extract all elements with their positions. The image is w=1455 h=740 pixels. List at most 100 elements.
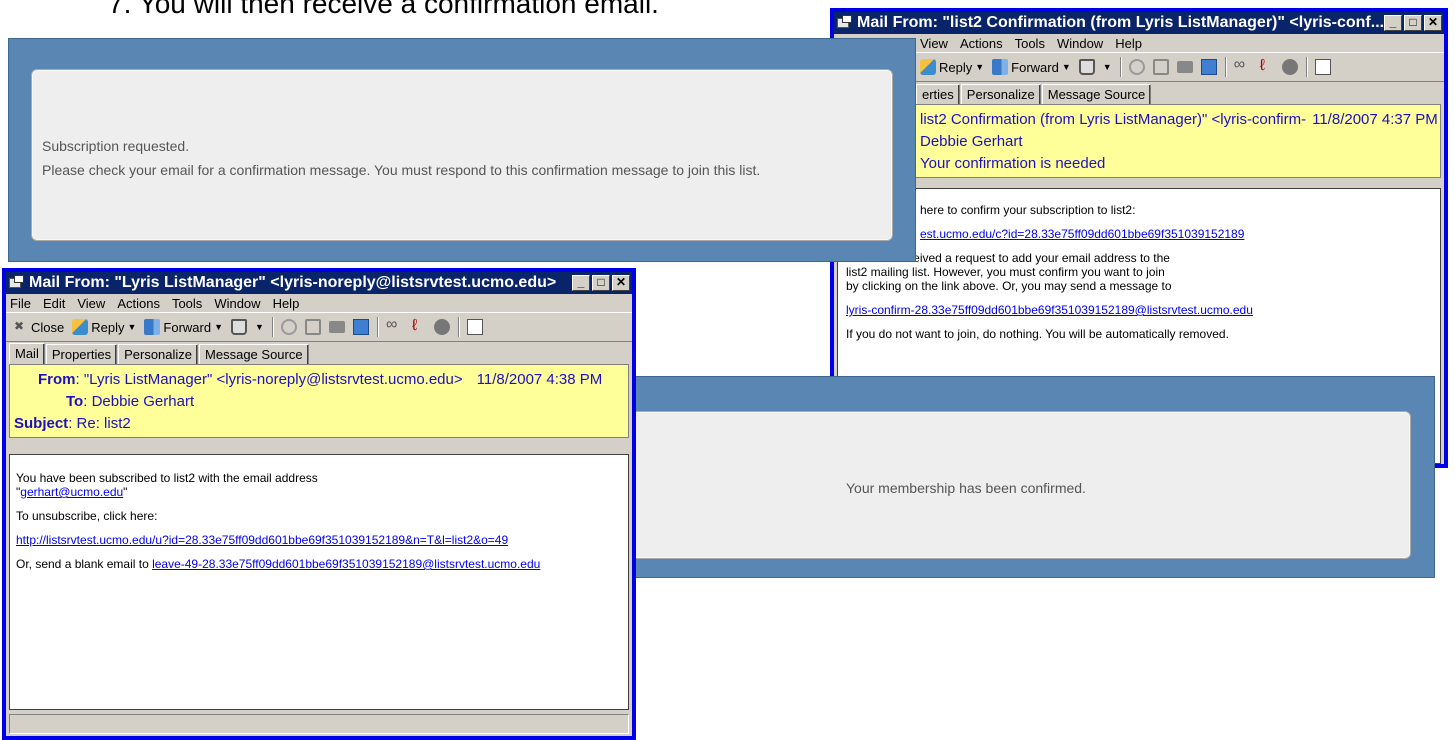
tab-message-source[interactable]: Message Source <box>199 344 309 364</box>
next-icon[interactable] <box>304 319 321 335</box>
window-title: Mail From: "list2 Confirmation (from Lyr… <box>857 14 1384 31</box>
reply-icon <box>72 319 89 335</box>
print-icon[interactable] <box>1176 61 1193 73</box>
chevron-down-icon[interactable]: ▼ <box>1062 62 1071 72</box>
confirm-email-link[interactable]: lyris-confirm-28.33e75ff09dd601bbe69f351… <box>846 303 1253 317</box>
menu-file[interactable]: File <box>10 296 31 311</box>
print-icon[interactable] <box>328 321 345 333</box>
forward-button[interactable]: Forward ▼ <box>144 319 223 335</box>
minimize-button[interactable]: _ <box>1384 15 1402 31</box>
menu-actions[interactable]: Actions <box>117 296 160 311</box>
phone-icon[interactable] <box>1258 57 1274 75</box>
document-icon[interactable] <box>466 319 483 335</box>
chevron-down-icon[interactable]: ▼ <box>1103 62 1112 72</box>
to-row: To: Debbie Gerhart <box>66 392 195 410</box>
menu-view[interactable]: View <box>920 36 948 51</box>
close-button[interactable]: Close <box>12 319 64 335</box>
mail-window-subscribed: Mail From: "Lyris ListManager" <lyris-no… <box>2 268 636 740</box>
trash-icon[interactable] <box>1078 59 1095 75</box>
body-text: You have been subscribed to list2 with t… <box>16 471 318 485</box>
glasses-icon[interactable] <box>1234 56 1250 75</box>
reply-button[interactable]: Reply ▼ <box>72 319 136 335</box>
forward-icon <box>144 319 161 335</box>
status-message: Please check your email for a confirmati… <box>42 162 761 178</box>
confirmation-message: Your membership has been confirmed. <box>846 480 1086 496</box>
close-window-button[interactable]: ✕ <box>612 275 630 291</box>
maximize-button[interactable]: □ <box>1404 15 1422 31</box>
from-row: From: "Lyris ListManager" <lyris-noreply… <box>38 370 603 388</box>
minimize-button[interactable]: _ <box>572 275 590 291</box>
from-value: "Lyris ListManager" <lyris-noreply@lists… <box>83 370 463 388</box>
tab-strip: erties Personalize Message Source <box>834 82 1444 104</box>
tab-message-source[interactable]: Message Source <box>1041 84 1152 104</box>
trash-icon[interactable] <box>231 319 248 335</box>
body-text: To unsubscribe, click here: <box>16 509 158 523</box>
body-text: If you do not want to join, do nothing. … <box>846 327 1229 341</box>
chevron-down-icon[interactable]: ▼ <box>128 322 137 332</box>
title-bar[interactable]: Mail From: "list2 Confirmation (from Lyr… <box>834 12 1444 34</box>
menu-window[interactable]: Window <box>214 296 260 311</box>
from-row: list2 Confirmation (from Lyris ListManag… <box>920 108 1438 130</box>
toolbar: Close Reply▼ Forward▼ ▼ <box>6 312 632 342</box>
save-icon[interactable] <box>1200 59 1217 75</box>
tab-properties[interactable]: Properties <box>45 344 118 364</box>
menu-actions[interactable]: Actions <box>960 36 1003 51</box>
previous-icon[interactable] <box>1128 59 1145 75</box>
status-heading: Subscription requested. <box>42 138 190 154</box>
membership-confirmed-panel: Your membership has been confirmed. <box>600 376 1435 578</box>
status-bar <box>9 714 629 734</box>
leave-email-link[interactable]: leave-49-28.33e75ff09dd601bbe69f35103915… <box>152 557 540 571</box>
to-label: To <box>66 392 84 410</box>
date-value: 11/8/2007 4:38 PM <box>476 370 603 388</box>
chevron-down-icon[interactable]: ▼ <box>214 322 223 332</box>
close-window-button[interactable]: ✕ <box>1424 15 1442 31</box>
reply-icon <box>920 59 936 75</box>
body-text: here to confirm your subscription to lis… <box>920 203 1136 217</box>
from-value: list2 Confirmation (from Lyris ListManag… <box>920 110 1307 128</box>
toolbar: Reply ▼ Forward ▼ ▼ <box>834 52 1444 82</box>
menu-edit[interactable]: Edit <box>43 296 65 311</box>
forward-button[interactable]: Forward ▼ <box>992 59 1071 75</box>
subject-row: Subject: Re: list2 <box>14 414 131 432</box>
to-value: Debbie Gerhart <box>91 392 195 410</box>
save-icon[interactable] <box>352 319 369 335</box>
subscription-requested-panel: Subscription requested. Please check you… <box>8 38 916 262</box>
forward-icon <box>992 59 1009 75</box>
phone-icon[interactable] <box>410 317 426 335</box>
date-value: 11/8/2007 4:37 PM <box>1312 110 1438 128</box>
maximize-button[interactable]: □ <box>592 275 610 291</box>
reply-button[interactable]: Reply ▼ <box>920 59 984 75</box>
tab-personalize[interactable]: Personalize <box>118 344 199 364</box>
menu-window[interactable]: Window <box>1057 36 1103 51</box>
menu-tools[interactable]: Tools <box>1015 36 1045 51</box>
message-body[interactable]: You have been subscribed to list2 with t… <box>9 454 629 710</box>
menu-view[interactable]: View <box>77 296 105 311</box>
unsubscribe-link[interactable]: http://listsrvtest.ucmo.edu/u?id=28.33e7… <box>16 533 508 547</box>
chevron-down-icon[interactable]: ▼ <box>255 322 264 332</box>
bulb-icon[interactable] <box>1281 59 1298 75</box>
menu-help[interactable]: Help <box>273 296 300 311</box>
previous-icon[interactable] <box>280 319 297 335</box>
email-link[interactable]: gerhart@ucmo.edu <box>20 485 123 499</box>
body-text: by clicking on the link above. Or, you m… <box>846 279 1172 293</box>
toolbar-divider <box>376 317 378 337</box>
tab-properties[interactable]: erties <box>916 84 960 104</box>
toolbar-divider <box>271 317 273 337</box>
tab-personalize[interactable]: Personalize <box>960 84 1041 104</box>
confirm-link[interactable]: est.ucmo.edu/c?id=28.33e75ff09dd601bbe69… <box>920 227 1244 241</box>
subject-value: Re: list2 <box>76 414 131 432</box>
mail-app-icon <box>836 15 854 31</box>
mail-app-icon <box>8 275 26 291</box>
document-icon[interactable] <box>1314 59 1331 75</box>
tab-mail[interactable]: Mail <box>9 343 45 364</box>
glasses-icon[interactable] <box>386 316 402 335</box>
bulb-icon[interactable] <box>433 319 450 335</box>
title-bar[interactable]: Mail From: "Lyris ListManager" <lyris-no… <box>6 272 632 294</box>
close-icon <box>12 319 28 335</box>
next-icon[interactable] <box>1152 59 1169 75</box>
menu-tools[interactable]: Tools <box>172 296 202 311</box>
toolbar-divider <box>1305 57 1307 77</box>
menu-help[interactable]: Help <box>1115 36 1142 51</box>
toolbar-divider <box>457 317 459 337</box>
chevron-down-icon[interactable]: ▼ <box>975 62 984 72</box>
